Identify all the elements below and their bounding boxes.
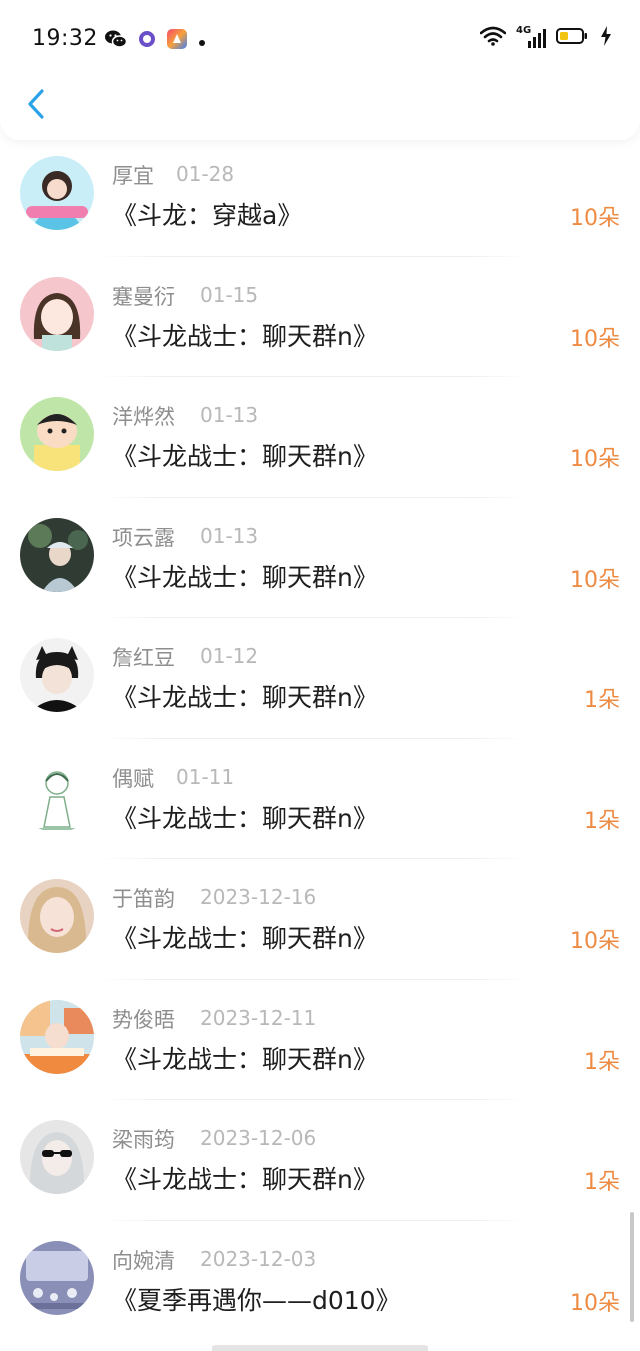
user-name: 偶赋: [112, 766, 154, 791]
flower-count: 10朵: [570, 206, 620, 231]
app-square-icon: [166, 28, 188, 54]
user-name: 项云露: [112, 525, 175, 550]
notification-icons: [104, 28, 206, 54]
book-title: 《斗龙战士：聊天群n》: [112, 442, 378, 471]
record-date: 01-13: [200, 523, 259, 548]
record-date: 2023-12-11: [200, 1005, 317, 1030]
flower-count: 10朵: [570, 447, 620, 472]
list-item[interactable]: 向婉清 2023-12-03 《夏季再遇你——d010》 10朵: [0, 1221, 640, 1342]
record-date: 2023-12-16: [200, 885, 317, 909]
book-title: 《斗龙：穿越a》: [112, 201, 303, 230]
flower-count: 10朵: [570, 567, 620, 593]
book-title: 《夏季再遇你——d010》: [112, 1285, 401, 1315]
wifi-icon: [479, 26, 507, 50]
book-title: 《斗龙战士：聊天群n》: [112, 924, 378, 953]
user-name: 势俊晤: [112, 1007, 175, 1032]
book-title: 《斗龙战士：聊天群n》: [112, 803, 378, 833]
list-item[interactable]: 偶赋 01-11 《斗龙战士：聊天群n》 1朵: [0, 739, 640, 859]
record-date: 01-13: [200, 403, 259, 427]
list-item[interactable]: 詹红豆 01-12 《斗龙战士：聊天群n》 1朵: [0, 618, 640, 739]
flower-count: 1朵: [584, 808, 620, 834]
list-item[interactable]: 蹇曼衍 01-15 《斗龙战士：聊天群n》 10朵: [0, 257, 640, 377]
flower-count: 1朵: [584, 688, 620, 713]
avatar: [20, 999, 94, 1074]
dot-indicator-icon: [198, 32, 206, 51]
avatar: [20, 156, 94, 230]
user-name: 洋烨然: [112, 405, 175, 429]
user-name: 詹红豆: [112, 646, 175, 670]
battery-icon: [556, 27, 590, 49]
record-date: 01-11: [176, 764, 235, 789]
system-icons: 4G: [479, 25, 612, 50]
charging-bolt-icon: [600, 26, 612, 50]
list-item[interactable]: 洋烨然 01-13 《斗龙战士：聊天群n》 10朵: [0, 377, 640, 498]
avatar: [20, 1120, 94, 1194]
book-title: 《斗龙战士：聊天群n》: [112, 683, 378, 712]
record-date: 2023-12-06: [200, 1126, 317, 1150]
flower-count: 10朵: [570, 326, 620, 352]
avatar: [20, 397, 94, 471]
list-item[interactable]: 梁雨筠 2023-12-06 《斗龙战士：聊天群n》 1朵: [0, 1100, 640, 1221]
flower-count: 10朵: [570, 929, 620, 954]
cellular-4g-icon: 4G: [516, 25, 546, 49]
list-item[interactable]: 项云露 01-13 《斗龙战士：聊天群n》 10朵: [0, 498, 640, 618]
avatar: [20, 638, 94, 712]
record-date: 01-12: [200, 644, 259, 668]
record-date: 2023-12-03: [200, 1246, 317, 1271]
avatar: [20, 276, 94, 351]
avatar: [20, 758, 94, 833]
list-item[interactable]: 于笛韵 2023-12-16 《斗龙战士：聊天群n》 10朵: [0, 859, 640, 980]
flower-count: 10朵: [570, 1290, 620, 1316]
user-name: 厚宜: [112, 164, 154, 188]
avatar: [20, 879, 94, 953]
app-circle-icon: [138, 30, 156, 52]
flower-count: 1朵: [584, 1049, 620, 1075]
book-title: 《斗龙战士：聊天群n》: [112, 321, 378, 351]
avatar: [20, 1240, 94, 1315]
book-title: 《斗龙战士：聊天群n》: [112, 1165, 378, 1194]
book-title: 《斗龙战士：聊天群n》: [112, 1044, 378, 1074]
user-name: 蹇曼衍: [112, 284, 175, 309]
book-title: 《斗龙战士：聊天群n》: [112, 562, 378, 592]
list-item[interactable]: 势俊晤 2023-12-11 《斗龙战士：聊天群n》 1朵: [0, 980, 640, 1100]
status-bar: 19:32 4G: [0, 0, 640, 80]
list-item[interactable]: 厚宜 01-28 《斗龙：穿越a》 10朵: [0, 136, 640, 257]
scrollbar[interactable]: [630, 1212, 634, 1322]
avatar: [20, 517, 94, 592]
status-time: 19:32: [32, 26, 98, 51]
flower-count: 1朵: [584, 1170, 620, 1195]
record-date: 01-28: [176, 162, 235, 186]
wechat-icon: [104, 28, 128, 54]
chevron-left-icon: [28, 89, 44, 119]
gift-record-list: 厚宜 01-28 《斗龙：穿越a》 10朵 蹇曼衍 01-15 《斗龙战士：聊天…: [0, 136, 640, 1341]
back-button[interactable]: [18, 84, 54, 124]
top-bar: 19:32 4G: [0, 0, 640, 140]
user-name: 向婉清: [112, 1248, 175, 1273]
home-indicator: [212, 1345, 428, 1351]
record-date: 01-15: [200, 282, 259, 307]
user-name: 于笛韵: [112, 887, 175, 911]
user-name: 梁雨筠: [112, 1128, 175, 1152]
